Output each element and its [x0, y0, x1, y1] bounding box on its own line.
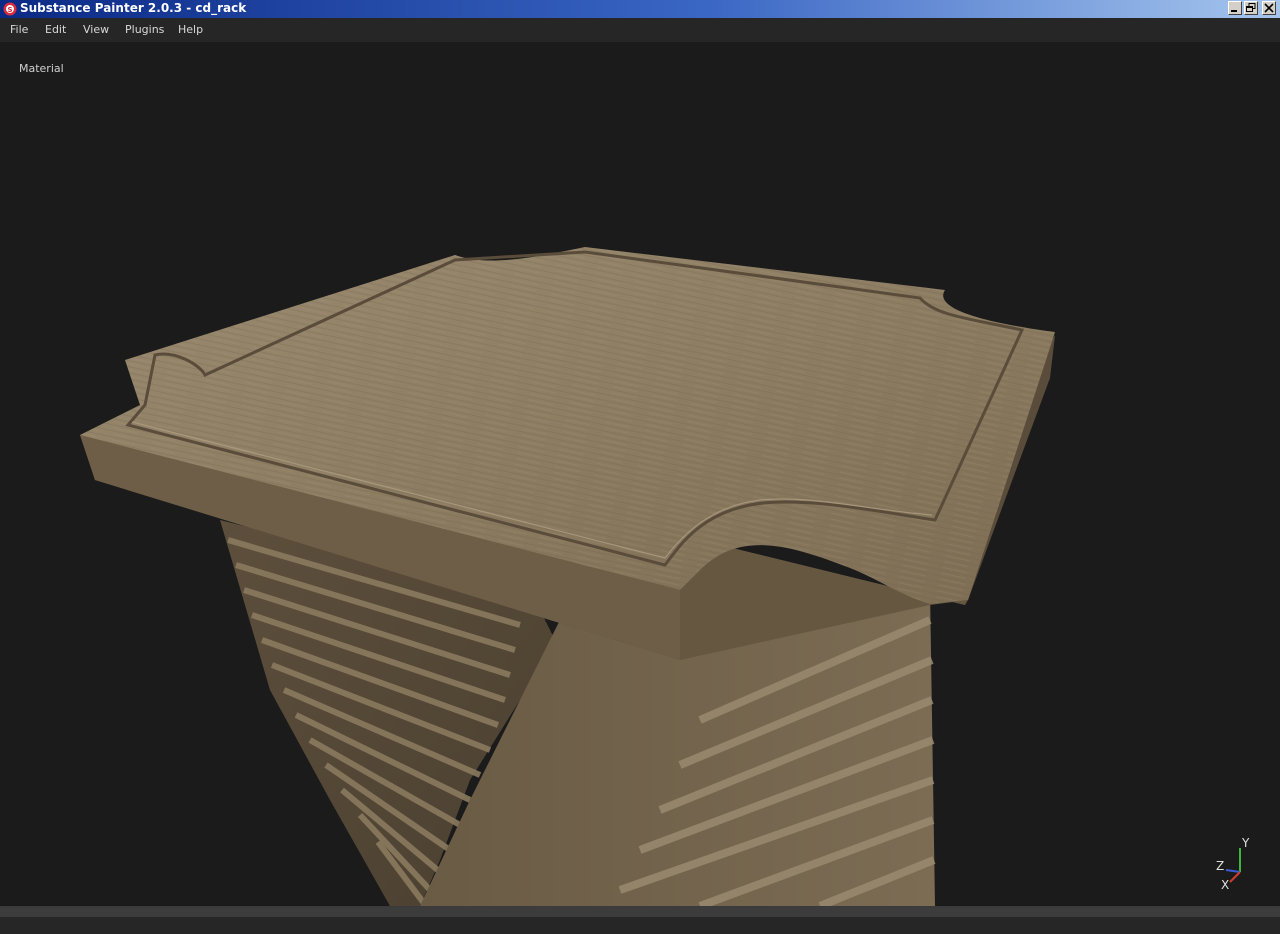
axis-x-label: X: [1221, 878, 1229, 892]
window-title: Substance Painter 2.0.3 - cd_rack: [20, 1, 247, 15]
x-axis-line: [1229, 871, 1241, 883]
menu-edit[interactable]: Edit: [45, 23, 66, 36]
svg-text:S: S: [7, 6, 12, 14]
material-label: Material: [19, 62, 64, 75]
title-bar: S Substance Painter 2.0.3 - cd_rack: [0, 0, 1280, 18]
menu-bar: File Edit View Plugins Help: [0, 18, 1280, 42]
close-icon: [1264, 3, 1274, 13]
minimize-icon: [1231, 10, 1237, 12]
axis-gizmo[interactable]: Y Z X: [1212, 836, 1256, 892]
minimize-button[interactable]: [1228, 1, 1242, 15]
axis-y-label: Y: [1241, 836, 1250, 850]
menu-file[interactable]: File: [10, 23, 28, 36]
3d-viewport[interactable]: Material: [0, 42, 1280, 906]
menu-plugins[interactable]: Plugins: [125, 23, 164, 36]
menu-help[interactable]: Help: [178, 23, 203, 36]
restore-icon: [1246, 3, 1256, 12]
app-logo-icon: S: [3, 2, 17, 16]
cd-rack-model: [80, 247, 1055, 906]
restore-button[interactable]: [1244, 1, 1258, 15]
close-button[interactable]: [1262, 1, 1276, 15]
z-axis-line: [1225, 869, 1241, 873]
status-strip: [0, 907, 1280, 917]
axis-z-label: Z: [1216, 859, 1224, 873]
menu-view[interactable]: View: [83, 23, 109, 36]
status-bar: [0, 906, 1280, 934]
